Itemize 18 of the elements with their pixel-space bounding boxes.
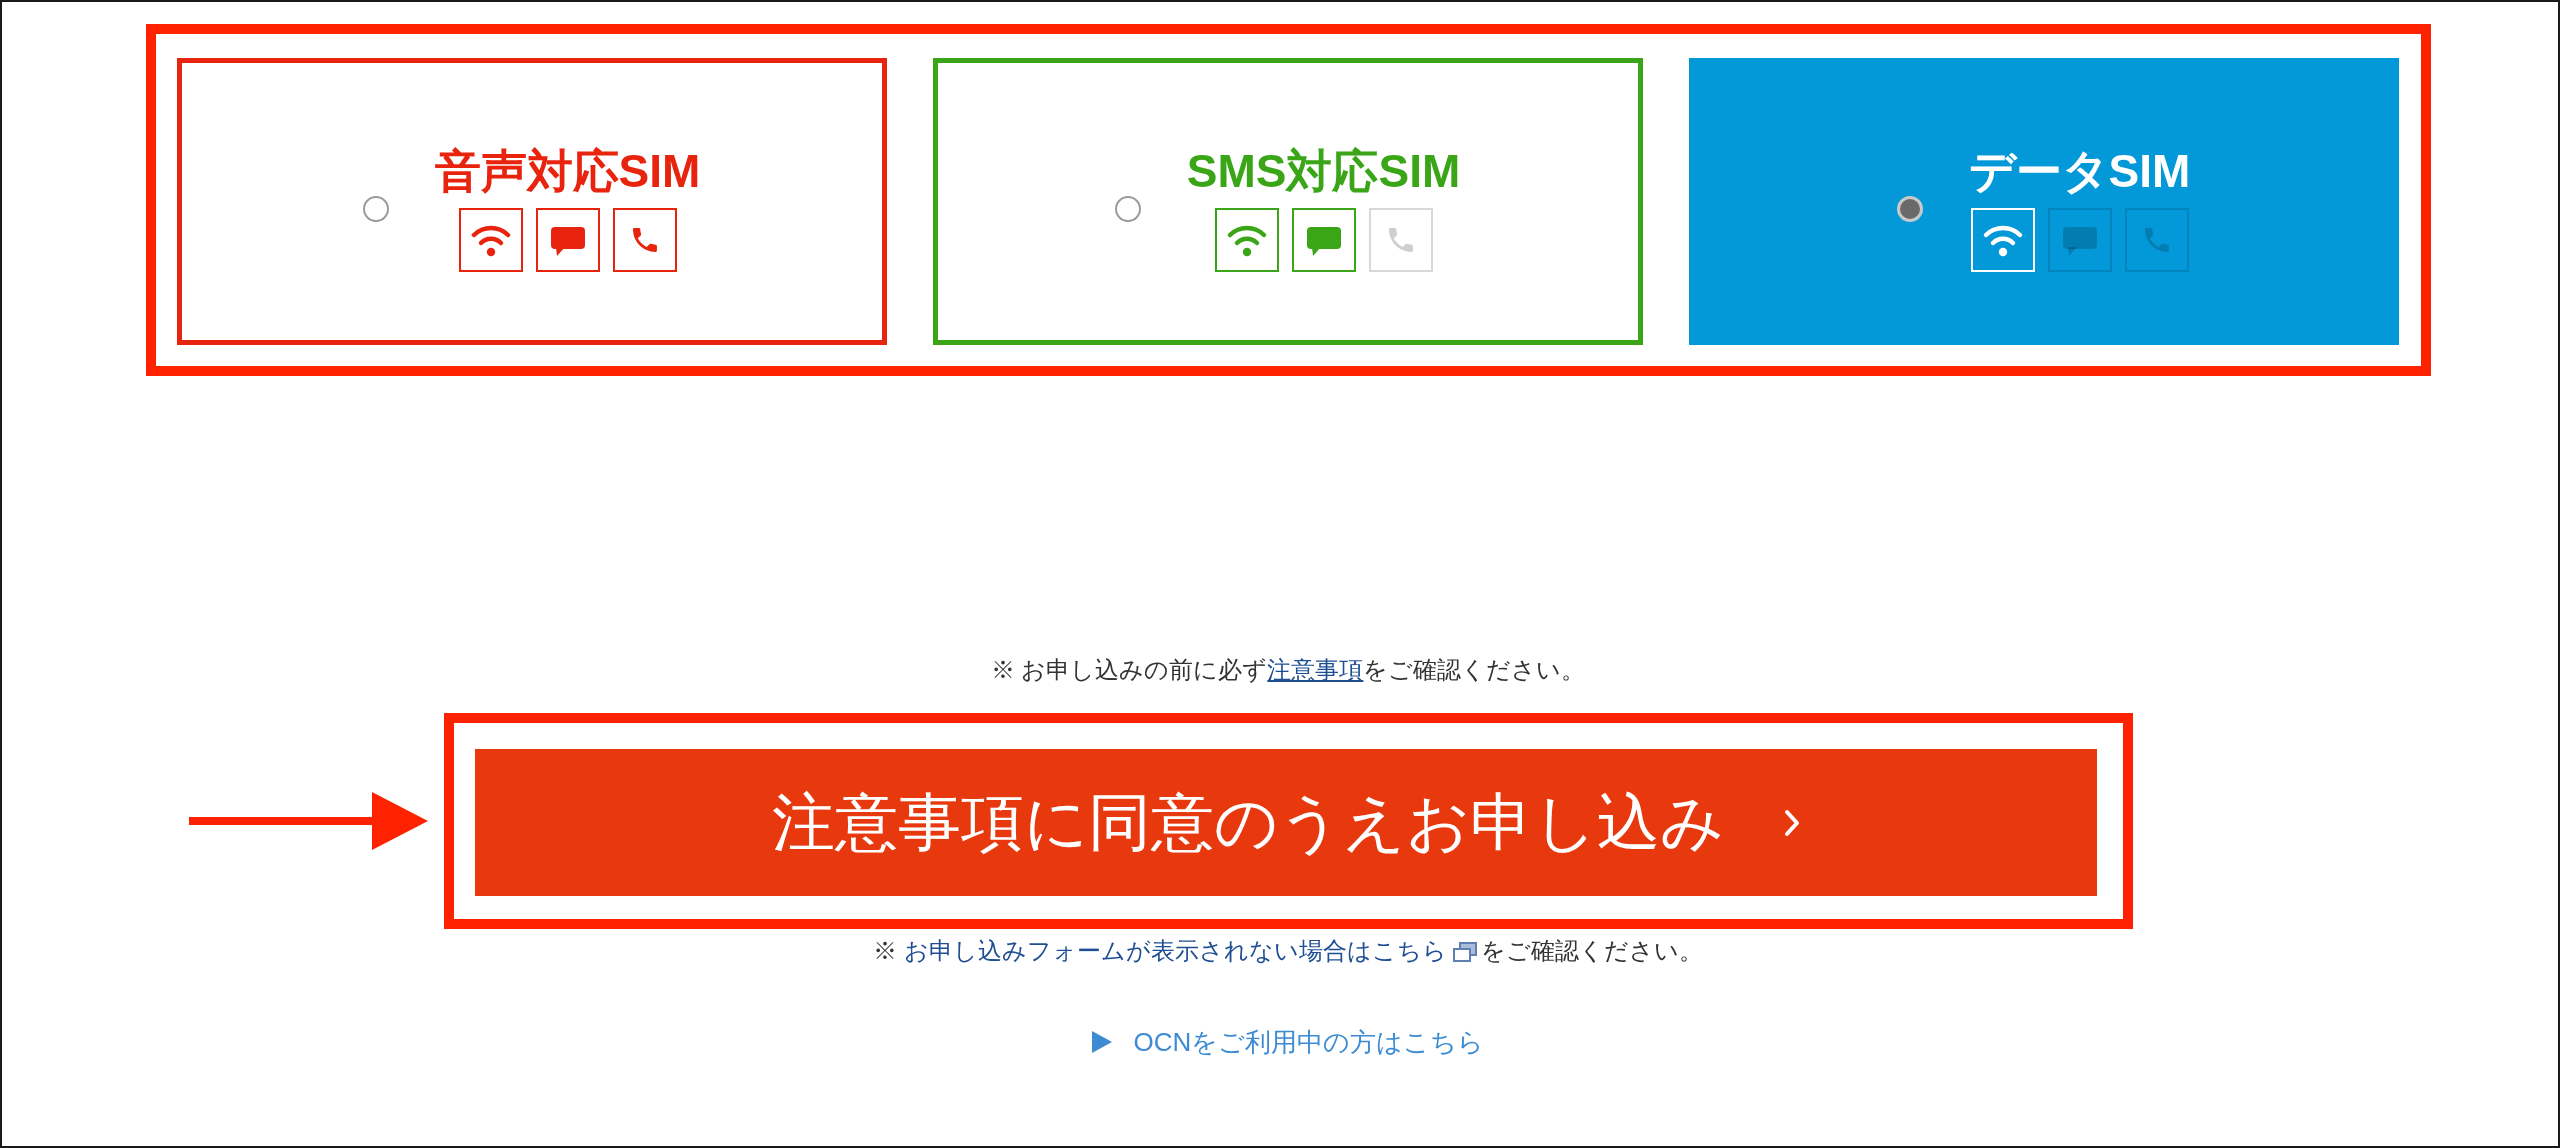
form-link[interactable]: お申し込みフォームが表示されない場合はこちら <box>903 937 1447 964</box>
ocn-link[interactable]: OCNをご利用中の方はこちら <box>1091 1025 1485 1059</box>
plan-card[interactable]: 音声対応SIM <box>176 58 887 345</box>
form-notice-text: ※ お申し込みフォームが表示されない場合はこちら をご確認ください。 <box>873 936 1703 966</box>
radio-button[interactable] <box>1114 195 1141 222</box>
chevron-right-icon <box>1783 808 1800 837</box>
plan-title: データSIM <box>1968 145 2191 198</box>
apply-button[interactable]: 注意事項に同意のうえお申し込み <box>474 749 2097 896</box>
plan-card[interactable]: データSIM <box>1688 58 2399 345</box>
radio-button[interactable] <box>1896 195 1923 222</box>
radio-button[interactable] <box>362 195 389 222</box>
plan-card[interactable]: SMS対応SIM <box>932 58 1643 345</box>
external-window-icon <box>1452 942 1477 962</box>
notice-text: ※ お申し込みの前に必ず注意事項をご確認ください。 <box>990 655 1586 685</box>
plan-title: 音声対応SIM <box>434 145 701 198</box>
triangle-right-icon <box>1091 1031 1112 1053</box>
notice-link[interactable]: 注意事項 <box>1267 656 1364 683</box>
plan-title: SMS対応SIM <box>1186 145 1461 198</box>
